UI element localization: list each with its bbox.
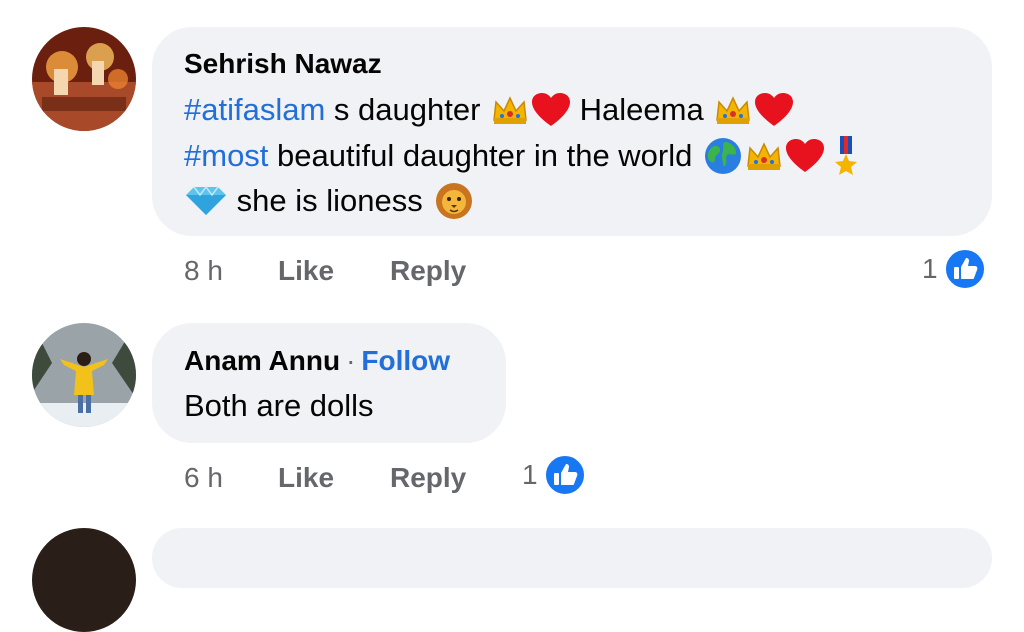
comment-author[interactable]: Anam Annu	[184, 345, 340, 376]
hashtag-link[interactable]: #atifaslam	[184, 92, 325, 128]
gem-icon	[184, 185, 228, 217]
comment-text-line: she is lioness	[184, 180, 475, 222]
crown-icon	[714, 94, 752, 126]
red-heart-icon	[754, 92, 794, 128]
like-button[interactable]: Like	[278, 255, 334, 287]
reaction-count-value: 1	[522, 459, 538, 490]
comment-text: Haleema	[571, 92, 713, 127]
comment-text: s daughter	[325, 92, 490, 127]
comment-author[interactable]: Sehrish Nawaz	[184, 48, 382, 80]
comment-text: she is lioness	[228, 183, 432, 218]
avatar[interactable]	[32, 323, 136, 427]
military-medal-icon	[833, 136, 859, 176]
avatar[interactable]	[32, 27, 136, 131]
reply-button[interactable]: Reply	[390, 255, 466, 287]
comment-text: beautiful daughter in the world	[268, 138, 701, 173]
red-heart-icon	[785, 138, 825, 174]
hashtag-link[interactable]: #most	[184, 138, 268, 174]
follow-button[interactable]: Follow	[361, 345, 450, 376]
red-heart-icon	[531, 92, 571, 128]
reply-button[interactable]: Reply	[390, 462, 466, 494]
comment-timestamp[interactable]: 8 h	[184, 255, 223, 287]
crown-icon	[491, 94, 529, 126]
separator-dot: ·	[346, 345, 356, 376]
like-thumb-icon	[938, 248, 986, 290]
like-button[interactable]: Like	[278, 462, 334, 494]
lion-face-icon	[433, 182, 475, 220]
crown-icon	[745, 140, 783, 172]
comment-text-line: #atifaslam s daughter Haleema	[184, 89, 794, 131]
comment-author-row: Anam Annu · Follow	[184, 345, 450, 377]
reaction-count[interactable]: 1	[922, 248, 986, 290]
globe-icon	[703, 136, 743, 176]
comment-text-line: #most beautiful daughter in the world	[184, 134, 859, 178]
comment-bubble	[152, 528, 992, 588]
like-thumb-icon	[538, 454, 586, 496]
comment-timestamp[interactable]: 6 h	[184, 462, 223, 494]
comment-text: Both are dolls	[184, 388, 374, 423]
reaction-count-value: 1	[922, 253, 938, 284]
reaction-count[interactable]: 1	[522, 454, 586, 496]
